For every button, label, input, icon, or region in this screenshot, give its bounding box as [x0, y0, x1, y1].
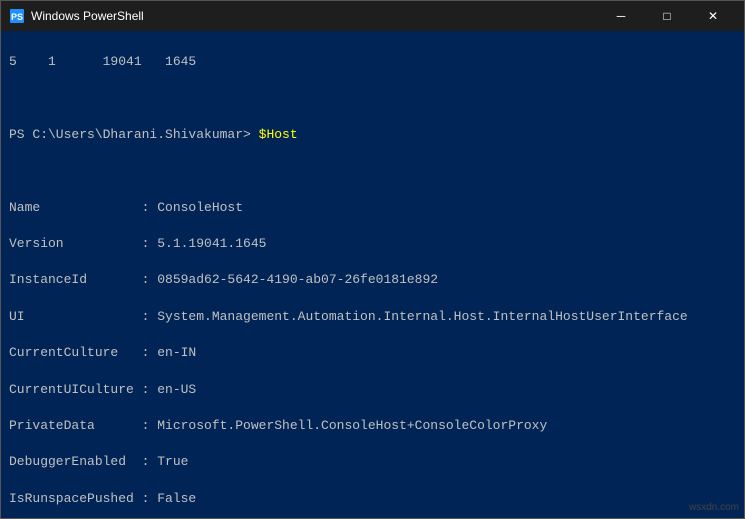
output-currentculture: CurrentCulture : en-IN — [9, 344, 736, 362]
window-title: Windows PowerShell — [31, 9, 598, 23]
maximize-button[interactable]: □ — [644, 1, 690, 31]
blank-line-2 — [9, 162, 736, 180]
scrollback-line: 5 1 19041 1645 — [9, 53, 736, 71]
output-version: Version : 5.1.19041.1645 — [9, 235, 736, 253]
svg-text:PS: PS — [11, 12, 23, 22]
terminal-body[interactable]: 5 1 19041 1645 PS C:\Users\Dharani.Shiva… — [1, 31, 744, 518]
command-1: $Host — [259, 127, 298, 142]
powershell-window: PS Windows PowerShell ─ □ ✕ 5 1 19041 16… — [0, 0, 745, 519]
minimize-button[interactable]: ─ — [598, 1, 644, 31]
prompt-line-1: PS C:\Users\Dharani.Shivakumar> $Host — [9, 126, 736, 144]
output-isrunspacepushed: IsRunspacePushed : False — [9, 490, 736, 508]
output-name: Name : ConsoleHost — [9, 199, 736, 217]
output-ui: UI : System.Management.Automation.Intern… — [9, 308, 736, 326]
close-button[interactable]: ✕ — [690, 1, 736, 31]
output-privatedata: PrivateData : Microsoft.PowerShell.Conso… — [9, 417, 736, 435]
prompt-1: PS C:\Users\Dharani.Shivakumar> — [9, 127, 259, 142]
app-icon: PS — [9, 8, 25, 24]
output-currentuiculture: CurrentUICulture : en-US — [9, 381, 736, 399]
titlebar: PS Windows PowerShell ─ □ ✕ — [1, 1, 744, 31]
watermark: wsxdn.com — [689, 502, 739, 513]
blank-line-1 — [9, 90, 736, 108]
window-controls: ─ □ ✕ — [598, 1, 736, 31]
output-debuggerenabled: DebuggerEnabled : True — [9, 453, 736, 471]
output-instanceid: InstanceId : 0859ad62-5642-4190-ab07-26f… — [9, 271, 736, 289]
